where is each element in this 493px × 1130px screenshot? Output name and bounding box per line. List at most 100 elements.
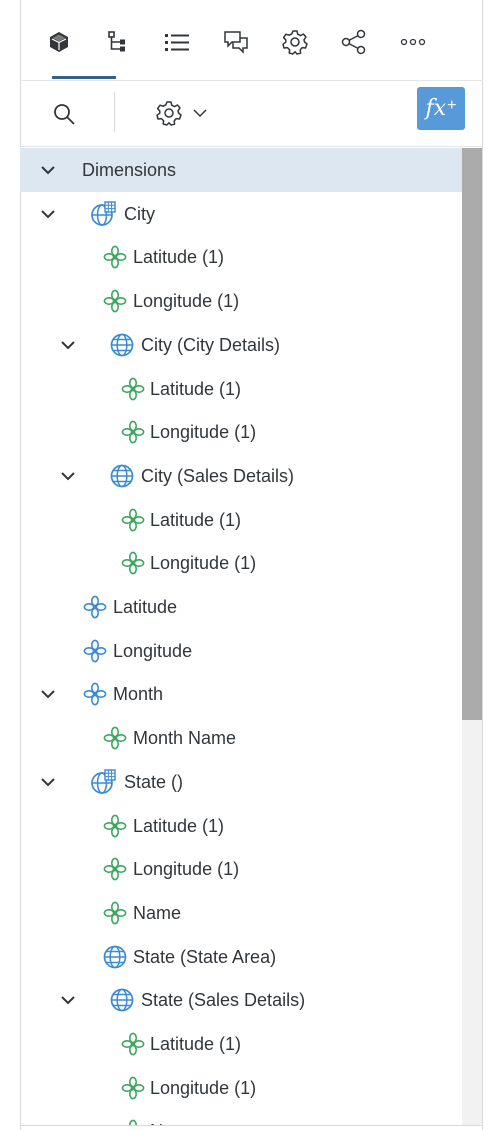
tree-item[interactable]: Latitude (1): [20, 804, 462, 848]
tab-hierarchy[interactable]: [98, 22, 138, 62]
flower-icon: [102, 244, 128, 270]
hierarchy-icon: [108, 31, 125, 52]
globe-icon: [109, 463, 135, 489]
gear-icon: [156, 101, 182, 126]
tree-item-label: State (): [124, 771, 184, 792]
tree-item[interactable]: Longitude (1): [20, 410, 462, 454]
tab-comments[interactable]: [216, 22, 256, 62]
tree-item[interactable]: Latitude (1): [20, 235, 462, 279]
flower-icon: [120, 376, 146, 402]
tree-item[interactable]: Name: [20, 1109, 462, 1125]
tree-item-label: Month Name: [133, 727, 237, 748]
tree-item-label: Latitude (1): [133, 246, 225, 267]
tree-item-label: Latitude (1): [150, 378, 242, 399]
flower-icon: [120, 550, 146, 576]
flower-icon: [120, 507, 146, 533]
chevron-down-icon[interactable]: [38, 772, 58, 792]
tree-group-label: Dimensions: [82, 159, 177, 180]
panel-bottom-border: [20, 1125, 483, 1126]
tab-model[interactable]: [39, 22, 79, 62]
blue-flower-icon: [82, 594, 108, 620]
chevron-down-icon[interactable]: [58, 990, 78, 1010]
tree-item[interactable]: State (): [20, 760, 462, 804]
flower-icon: [120, 419, 146, 445]
blue-flower-icon: [82, 681, 108, 707]
tree-item-label: Latitude (1): [133, 815, 225, 836]
tab-bar: [20, 0, 483, 81]
flower-icon: [102, 725, 128, 751]
tree-item[interactable]: State (State Area): [20, 935, 462, 979]
tree-item-label: City (City Details): [141, 334, 281, 355]
globe-icon: [109, 987, 135, 1013]
toolbar-separator: [114, 92, 115, 132]
tree-item[interactable]: Longitude (1): [20, 541, 462, 585]
tree-item[interactable]: Month Name: [20, 716, 462, 760]
chevron-down-icon: [193, 109, 207, 118]
tree-item[interactable]: City (City Details): [20, 323, 462, 367]
tree-item[interactable]: Latitude (1): [20, 367, 462, 411]
tree-item-label: Latitude (1): [150, 509, 242, 530]
flower-icon: [102, 900, 128, 926]
globe-icon: [102, 944, 128, 970]
flower-icon: [102, 813, 128, 839]
tree-item[interactable]: Latitude: [20, 585, 462, 629]
tab-list[interactable]: [157, 22, 197, 62]
tree-item-label: Latitude: [113, 596, 178, 617]
share-icon: [341, 29, 366, 55]
globe-icon: [109, 332, 135, 358]
dimension-tree: Dimensions City Latitude (1) Longitude (…: [20, 148, 462, 1125]
more-icon: [400, 38, 426, 46]
flower-icon: [120, 1031, 146, 1057]
tree-item[interactable]: City (Sales Details): [20, 454, 462, 498]
flower-icon: [120, 1118, 146, 1125]
list-icon: [165, 34, 189, 51]
tree-item[interactable]: Longitude (1): [20, 279, 462, 323]
chevron-down-icon[interactable]: [38, 684, 58, 704]
search-button[interactable]: [48, 98, 80, 130]
settings-dropdown-button[interactable]: [146, 96, 218, 130]
blue-flower-icon: [82, 638, 108, 664]
tree-item-label: Longitude: [113, 640, 193, 661]
search-icon: [54, 104, 75, 125]
tree-item[interactable]: Latitude (1): [20, 1022, 462, 1066]
active-tab-indicator: [52, 76, 116, 79]
tree-item-label: Longitude (1): [150, 552, 257, 573]
tree-item[interactable]: Longitude (1): [20, 847, 462, 891]
tree-item[interactable]: Latitude (1): [20, 498, 462, 542]
globe-grid-icon: [90, 201, 116, 227]
tree-item-label: City (Sales Details): [141, 465, 295, 486]
tree-item[interactable]: Longitude (1): [20, 1066, 462, 1110]
chevron-down-icon[interactable]: [38, 204, 58, 224]
fx-plus: +: [447, 96, 457, 114]
chevron-down-icon[interactable]: [58, 335, 78, 355]
tree-item-label: Longitude (1): [133, 290, 240, 311]
tree-item-label: Latitude (1): [150, 1033, 242, 1054]
tab-more[interactable]: [393, 22, 433, 62]
flower-icon: [102, 288, 128, 314]
tree-group-dimensions[interactable]: Dimensions: [20, 148, 462, 192]
fx-label: fx: [425, 96, 447, 121]
tree-item-label: State (Sales Details): [141, 989, 306, 1010]
add-formula-button[interactable]: fx +: [417, 87, 465, 130]
tree-item-label: Longitude (1): [150, 1077, 257, 1098]
cube-icon: [50, 32, 68, 52]
tree-item-label: Name: [133, 902, 182, 923]
gear-icon: [282, 30, 308, 55]
tree-item[interactable]: City: [20, 192, 462, 236]
tree-item[interactable]: State (Sales Details): [20, 978, 462, 1022]
tree-item-label: City: [124, 203, 155, 224]
flower-icon: [102, 856, 128, 882]
chevron-down-icon[interactable]: [38, 160, 58, 180]
chevron-down-icon[interactable]: [58, 466, 78, 486]
tree-item[interactable]: Month: [20, 672, 462, 716]
tree-item[interactable]: Name: [20, 891, 462, 935]
tree-item-label: Longitude (1): [133, 858, 240, 879]
flower-icon: [120, 1075, 146, 1101]
tree-item[interactable]: Longitude: [20, 629, 462, 673]
scrollbar-thumb[interactable]: [462, 148, 482, 720]
tree-item-label: State (State Area): [133, 946, 277, 967]
tab-settings[interactable]: [275, 22, 315, 62]
tree-item-label: Longitude (1): [150, 421, 257, 442]
panel-border-right: [482, 0, 483, 1130]
tab-share[interactable]: [334, 22, 374, 62]
